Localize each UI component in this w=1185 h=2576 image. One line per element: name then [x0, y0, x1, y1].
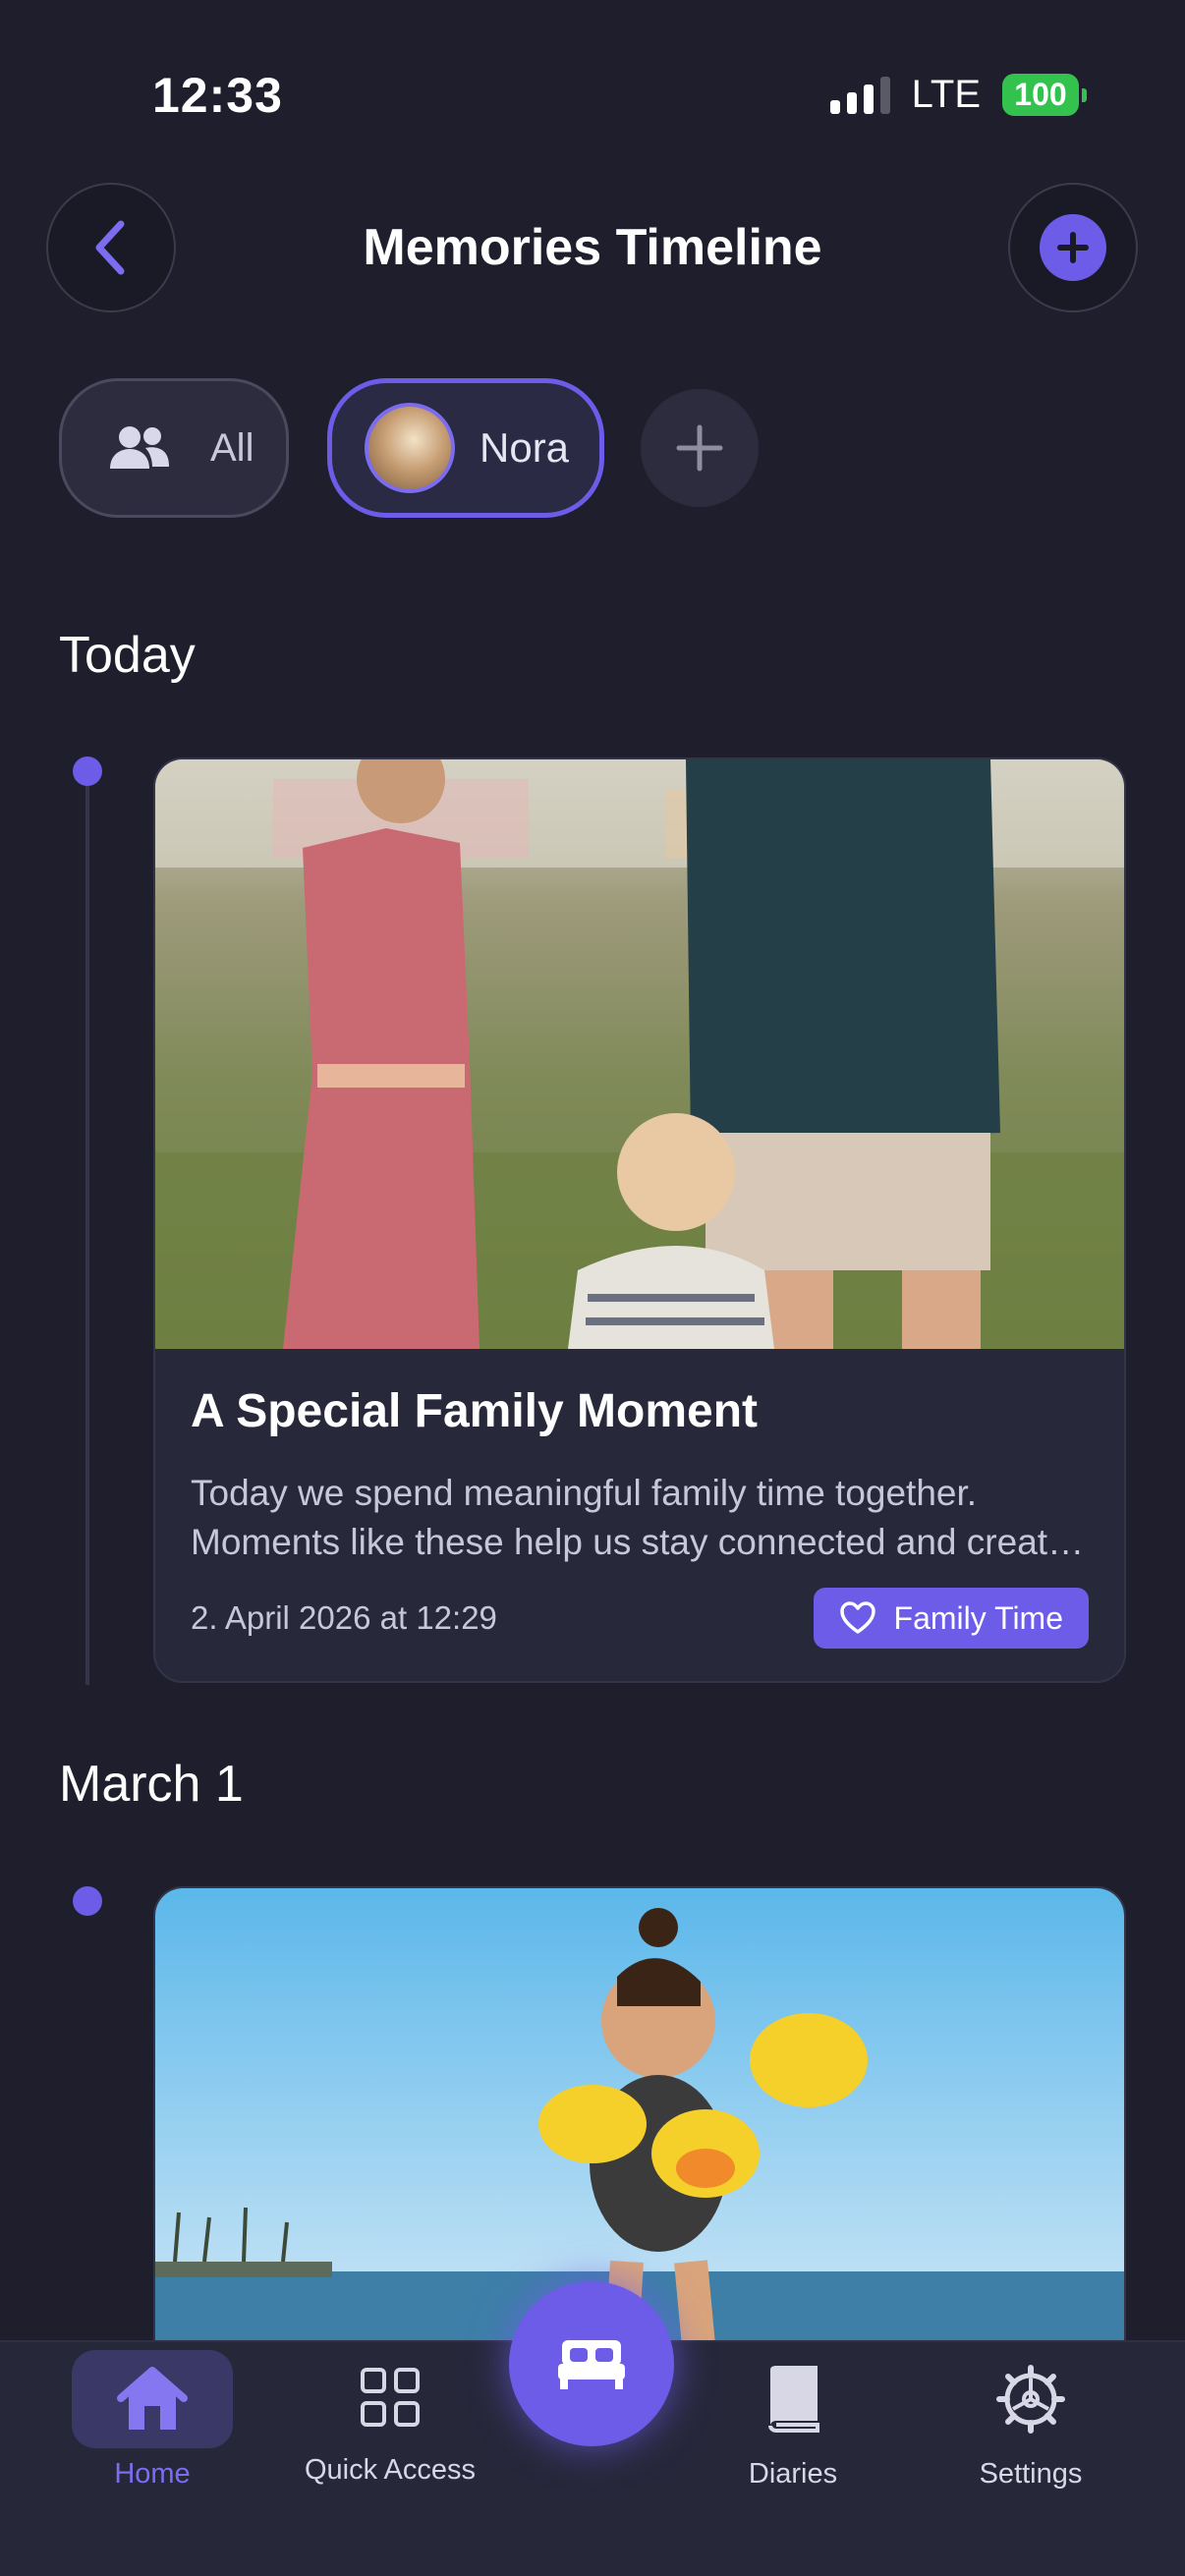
filter-chip-label: All: [210, 425, 254, 470]
gear-icon: [996, 2365, 1065, 2434]
section-title-march-1: March 1: [59, 1756, 244, 1813]
nav-settings[interactable]: Settings: [932, 2350, 1129, 2491]
network-label: LTE: [911, 73, 981, 116]
memory-date: 2. April 2026 at 12:29: [191, 1599, 497, 1636]
plus-icon: [676, 424, 723, 472]
signal-icon: [829, 76, 890, 114]
bed-icon: [558, 2340, 625, 2389]
memory-description: Today we spend meaningful family time to…: [191, 1473, 1095, 1562]
add-memory-button[interactable]: [1008, 183, 1138, 312]
nav-label: Diaries: [748, 2458, 838, 2490]
nav-label: Quick Access: [304, 2454, 477, 2486]
memory-card[interactable]: A Special Family Moment Today we spend m…: [153, 757, 1126, 1683]
timeline-dot: [73, 756, 102, 786]
book-icon: [768, 2366, 819, 2433]
nav-diaries[interactable]: Diaries: [695, 2350, 891, 2491]
battery-icon: 100: [1002, 74, 1087, 116]
timeline-dot: [73, 1886, 102, 1916]
status-indicators: LTE 100: [829, 73, 1087, 117]
heart-icon: [839, 1601, 875, 1634]
filter-chip-all[interactable]: All: [59, 378, 289, 518]
nav-home[interactable]: Home: [54, 2350, 251, 2491]
people-icon: [110, 426, 169, 469]
section-title-today: Today: [59, 627, 196, 684]
home-icon: [117, 2367, 188, 2430]
sleep-button[interactable]: [509, 2281, 674, 2446]
category-tag[interactable]: Family Time: [813, 1588, 1089, 1649]
plus-icon: [1040, 214, 1106, 281]
nav-label: Home: [114, 2458, 191, 2490]
filter-chip-nora[interactable]: Nora: [327, 378, 604, 518]
memory-title: A Special Family Moment: [191, 1385, 759, 1437]
timeline-line: [85, 771, 89, 1685]
memory-photo: [155, 759, 1124, 1349]
category-tag-label: Family Time: [893, 1599, 1063, 1636]
grid-icon: [361, 2368, 420, 2427]
avatar: [365, 403, 455, 493]
filter-chip-label: Nora: [480, 424, 570, 471]
nav-label: Settings: [979, 2458, 1083, 2490]
add-profile-button[interactable]: [641, 389, 759, 507]
battery-level: 100: [1002, 74, 1079, 116]
nav-quick-access[interactable]: Quick Access: [292, 2350, 488, 2487]
status-time: 12:33: [152, 68, 283, 123]
